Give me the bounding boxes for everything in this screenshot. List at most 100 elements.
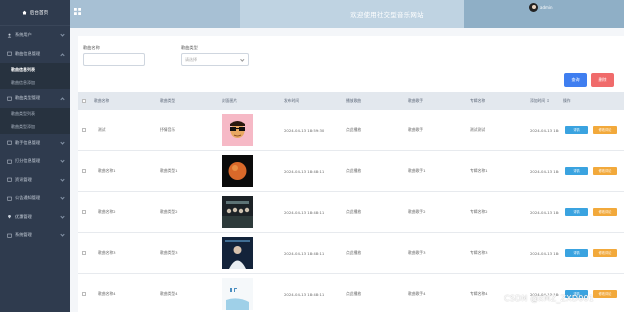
song-type-select[interactable]: 请选择 bbox=[181, 53, 249, 66]
username: admin bbox=[540, 5, 553, 10]
added-time: 2024-04-13 18: bbox=[530, 209, 560, 215]
play-link[interactable]: 点此播放 bbox=[346, 274, 361, 312]
row-checkbox[interactable] bbox=[82, 210, 86, 214]
folder-icon bbox=[7, 96, 12, 101]
sidebar-item-label: 打分信息管理 bbox=[15, 158, 41, 164]
sidebar-item-label: 歌曲信息管理 bbox=[15, 50, 41, 56]
sidebar-item-notice[interactable]: 公告通知管理 bbox=[0, 189, 70, 208]
added-time: 2024-04-13 18: bbox=[530, 291, 560, 297]
cover-image[interactable] bbox=[222, 196, 253, 228]
song-type: 歌曲类型2 bbox=[160, 209, 178, 214]
table-row: 歌曲名称3 歌曲类型3 2024-04-13 18:48:11 点此播放 歌曲歌… bbox=[78, 233, 624, 274]
song-name: 歌曲名称3 bbox=[98, 250, 116, 255]
sidebar-subitem-song-list[interactable]: 歌曲信息列表 bbox=[0, 63, 70, 76]
album: 专辑名称4 bbox=[470, 291, 488, 296]
sidebar-brand[interactable]: 后台首页 bbox=[0, 0, 70, 26]
col-added-time[interactable]: 添加时间 ↕ bbox=[530, 92, 550, 110]
publish-time: 2024-04-13 18:48:11 bbox=[284, 291, 325, 297]
location-icon bbox=[8, 215, 11, 219]
sidebar-subitem-type-list[interactable]: 歌曲类型列表 bbox=[0, 107, 70, 121]
song-name: 歌曲名称4 bbox=[98, 291, 116, 296]
sidebar-subitem-song-add[interactable]: 歌曲信息添加 bbox=[0, 76, 70, 89]
sidebar-item-news[interactable]: 资讯管理 bbox=[0, 171, 70, 190]
col-publish-time: 发布时间 bbox=[284, 98, 300, 103]
sidebar-item-label: 优惠管理 bbox=[15, 213, 32, 219]
cover-image[interactable] bbox=[222, 114, 253, 146]
play-link[interactable]: 点此播放 bbox=[346, 151, 361, 191]
singer: 歌曲歌手1 bbox=[408, 168, 426, 173]
sidebar-subitem-type-add[interactable]: 歌曲类型添加 bbox=[0, 120, 70, 134]
play-link[interactable]: 点此播放 bbox=[346, 233, 361, 273]
chevron-down-icon bbox=[60, 213, 65, 219]
sidebar-item-discount[interactable]: 优惠管理 bbox=[0, 208, 70, 227]
play-link[interactable]: 点此播放 bbox=[346, 110, 361, 150]
sidebar-item-singer[interactable]: 歌手信息管理 bbox=[0, 134, 70, 153]
chevron-up-icon bbox=[60, 97, 65, 102]
sidebar-item-label: 资讯管理 bbox=[15, 176, 32, 182]
added-time: 2024-04-13 18: bbox=[530, 127, 560, 133]
table-header: 歌曲名称 歌曲类型 封面图片 发布时间 播放歌曲 歌曲歌手 专辑名称 添加时间 … bbox=[78, 92, 624, 110]
sidebar-item-users[interactable]: 系统用户 bbox=[0, 26, 70, 45]
row-checkbox[interactable] bbox=[82, 292, 86, 296]
sidebar-item-rating[interactable]: 打分信息管理 bbox=[0, 152, 70, 171]
sidebar-item-system[interactable]: 系统管理 bbox=[0, 226, 70, 245]
sidebar-item-song-type[interactable]: 歌曲类型管理 bbox=[0, 89, 70, 108]
row-checkbox[interactable] bbox=[82, 169, 86, 173]
user-icon bbox=[7, 33, 12, 38]
sidebar-item-label: 公告通知管理 bbox=[15, 195, 41, 201]
publish-time: 2024-04-13 18:48:11 bbox=[284, 209, 325, 215]
col-play: 播放歌曲 bbox=[346, 98, 362, 103]
edit-comment-button[interactable]: 修改评论 bbox=[593, 248, 617, 257]
col-cover: 封面图片 bbox=[222, 98, 238, 103]
song-type: 歌曲类型1 bbox=[160, 168, 178, 173]
singer: 歌曲歌手4 bbox=[408, 291, 426, 296]
chevron-down-icon bbox=[60, 158, 65, 163]
watermark: CSDN @xMZ_ZXD001 bbox=[504, 294, 595, 303]
publish-time: 2024-04-13 18:48:11 bbox=[284, 168, 325, 174]
edit-comment-button[interactable]: 修改评论 bbox=[593, 289, 617, 298]
query-button[interactable]: 查询 bbox=[564, 73, 587, 87]
chevron-down-icon bbox=[60, 195, 65, 200]
cover-image[interactable] bbox=[222, 155, 253, 187]
chevron-down-icon bbox=[60, 32, 65, 37]
detail-button[interactable]: 详情 bbox=[565, 207, 588, 216]
cover-image[interactable] bbox=[222, 278, 253, 310]
album: 测试测试 bbox=[470, 127, 486, 132]
detail-button[interactable]: 详情 bbox=[565, 125, 588, 134]
chevron-down-icon bbox=[60, 176, 65, 182]
play-link[interactable]: 点此播放 bbox=[346, 192, 361, 232]
chevron-up-icon bbox=[60, 52, 65, 58]
sidebar-item-song-info[interactable]: 歌曲信息管理 bbox=[0, 45, 70, 64]
edit-comment-button[interactable]: 修改评论 bbox=[593, 166, 617, 175]
row-checkbox[interactable] bbox=[82, 128, 86, 132]
album: 专辑名称3 bbox=[470, 250, 488, 255]
sidebar: 后台首页 系统用户 歌曲信息管理 歌曲信息列表 歌曲信息添加 歌曲类型管理 歌曲… bbox=[0, 0, 70, 312]
edit-comment-button[interactable]: 修改评论 bbox=[593, 207, 617, 216]
avatar bbox=[529, 3, 538, 12]
song-name-input[interactable] bbox=[83, 53, 145, 66]
detail-button[interactable]: 详情 bbox=[565, 248, 588, 257]
home-icon bbox=[22, 10, 27, 15]
col-album: 专辑名称 bbox=[470, 98, 486, 103]
sidebar-item-label: 系统用户 bbox=[15, 32, 32, 38]
singer: 歌曲歌手3 bbox=[408, 250, 426, 255]
col-song-type: 歌曲类型 bbox=[160, 98, 176, 103]
song-name-label: 歌曲名称 bbox=[83, 45, 100, 50]
folder-icon bbox=[7, 159, 12, 164]
edit-comment-button[interactable]: 修改评论 bbox=[593, 125, 617, 134]
table-row: 歌曲名称4 歌曲类型4 2024-04-13 18:48:11 点此播放 歌曲歌… bbox=[78, 274, 624, 312]
detail-button[interactable]: 详情 bbox=[565, 166, 588, 175]
cover-image[interactable] bbox=[222, 237, 253, 269]
select-all-checkbox[interactable] bbox=[82, 99, 86, 103]
menu-grid-icon[interactable] bbox=[74, 8, 81, 15]
user-menu[interactable]: admin bbox=[529, 3, 553, 12]
table-row: 测试 抒情音乐 2024-04-13 18:59:30 点此播放 歌曲歌手 测试… bbox=[78, 110, 624, 151]
row-checkbox[interactable] bbox=[82, 251, 86, 255]
sidebar-item-label: 歌曲类型管理 bbox=[15, 95, 41, 101]
song-type-label: 歌曲类型 bbox=[181, 45, 198, 50]
folder-icon bbox=[7, 233, 12, 238]
table-row: 歌曲名称2 歌曲类型2 2024-04-13 18:48:11 点此播放 歌曲歌… bbox=[78, 192, 624, 233]
song-type-placeholder: 请选择 bbox=[185, 56, 197, 62]
delete-button[interactable]: 删除 bbox=[591, 73, 614, 87]
song-name: 歌曲名称2 bbox=[98, 209, 116, 214]
